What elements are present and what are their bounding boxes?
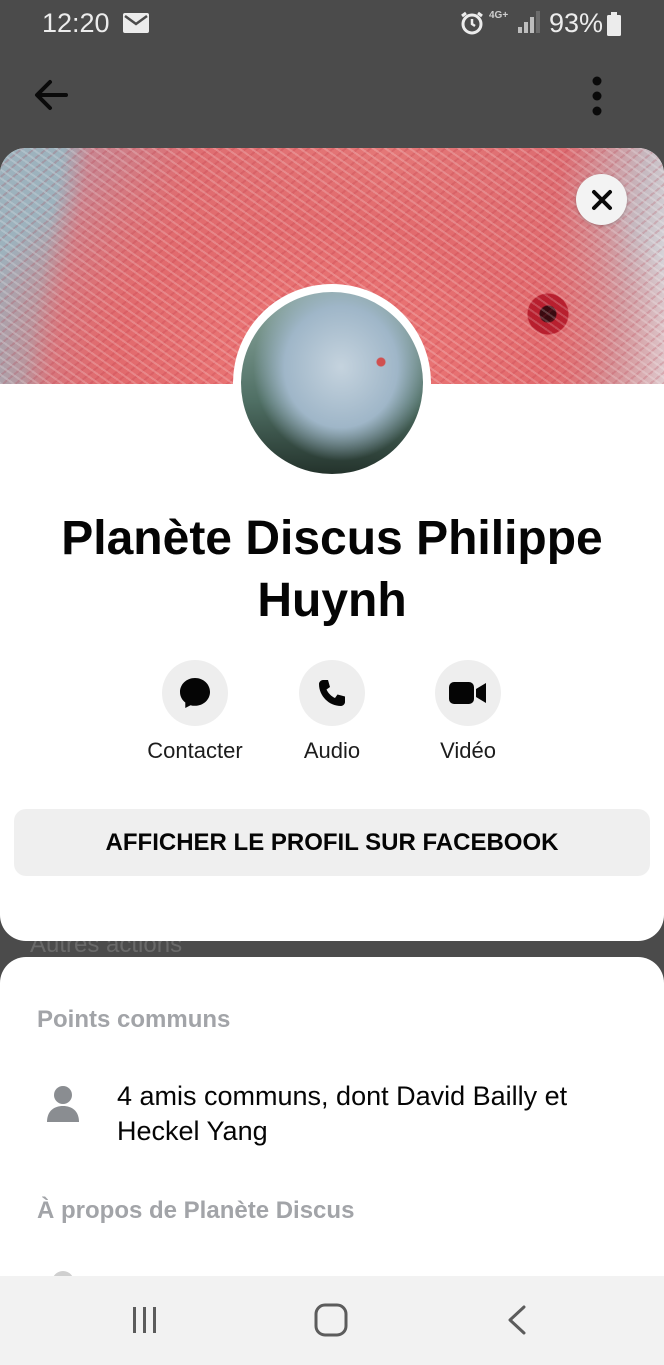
common-points-header: Points communs: [37, 1006, 231, 1033]
close-button[interactable]: [576, 174, 627, 225]
battery-icon: [607, 12, 621, 36]
signal-icon: [518, 11, 540, 33]
contact-action[interactable]: Contacter: [127, 660, 263, 764]
status-time: 12:20: [42, 8, 110, 38]
contact-button[interactable]: [162, 660, 228, 726]
messenger-bubble-icon: [180, 678, 210, 708]
network-type: 4G+: [489, 10, 509, 21]
audio-button[interactable]: [299, 660, 365, 726]
back-icon[interactable]: [505, 1304, 529, 1336]
profile-card: Planète Discus Philippe Huynh Contacter …: [0, 148, 664, 941]
avatar[interactable]: [233, 284, 431, 482]
battery-level: 93%: [549, 8, 604, 38]
audio-action[interactable]: Audio: [264, 660, 400, 764]
alarm-icon: [461, 11, 483, 35]
bottom-sheet: Points communs 4 amis communs, dont Davi…: [0, 957, 664, 1287]
video-button[interactable]: [435, 660, 501, 726]
video-camera-icon: [449, 682, 486, 704]
status-bar: 12:20 4G+ 93%: [0, 0, 664, 48]
navigation-bar: [0, 1276, 664, 1365]
avatar-photo: [241, 292, 423, 474]
close-icon: [591, 189, 612, 210]
mail-icon: [123, 13, 149, 33]
profile-name: Planète Discus Philippe Huynh: [61, 512, 603, 627]
video-label: Vidéo: [440, 738, 496, 763]
person-icon: [47, 1086, 79, 1122]
phone-icon: [319, 680, 345, 706]
home-icon[interactable]: [314, 1303, 348, 1337]
mutual-friends-text: 4 amis communs, dont David Bailly et Hec…: [117, 1081, 568, 1146]
contact-label: Contacter: [147, 738, 243, 763]
recents-icon[interactable]: [130, 1305, 160, 1335]
more-vert-icon[interactable]: [588, 76, 606, 116]
video-action[interactable]: Vidéo: [400, 660, 536, 764]
audio-label: Audio: [303, 738, 361, 763]
back-arrow-icon[interactable]: [32, 76, 70, 114]
about-header: À propos de Planète Discus: [37, 1197, 355, 1224]
view-facebook-profile-button[interactable]: AFFICHER LE PROFIL SUR FACEBOOK: [14, 809, 650, 876]
